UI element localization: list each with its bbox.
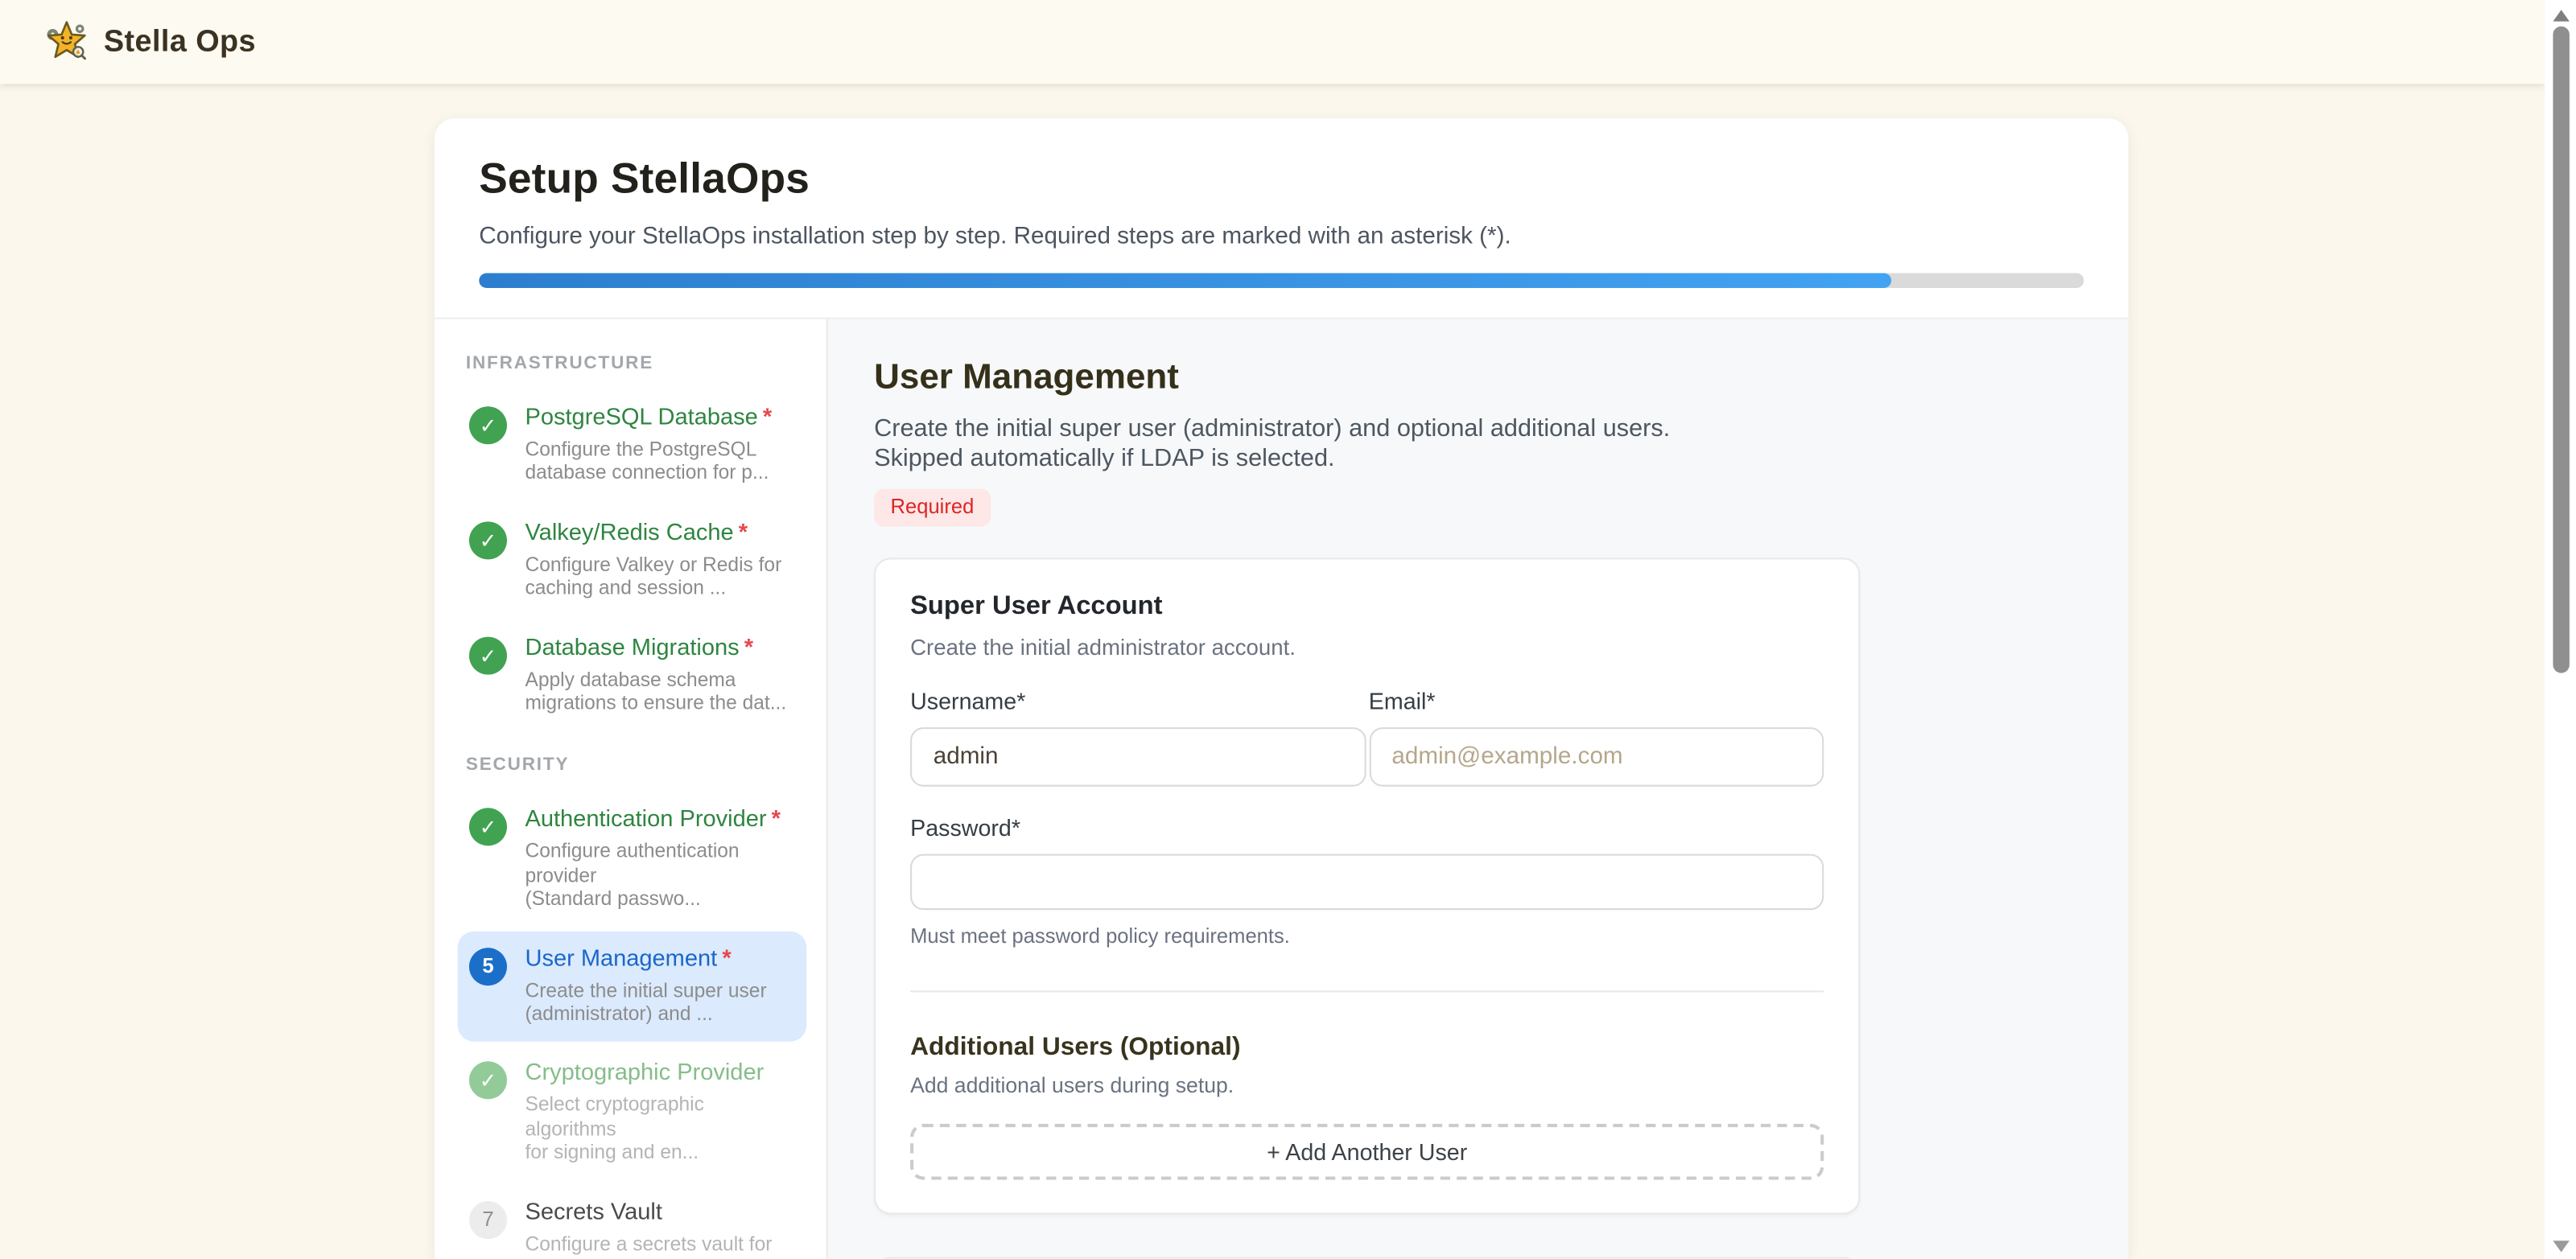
step-description: Configure a secrets vault forsecure cred… [525,1232,772,1259]
required-asterisk: * [763,405,772,431]
section-divider [910,991,1824,993]
scrollbar-up-arrow-icon[interactable] [2553,10,2569,21]
scrollbar[interactable] [2545,0,2576,1259]
step-title: Cryptographic Provider [525,1060,764,1087]
additional-users-title: Additional Users (Optional) [910,1034,1824,1064]
page-subtitle: Configure your StellaOps installation st… [479,224,2083,250]
step-content: User Management Create the initial super… [828,319,2129,1259]
scrollbar-thumb[interactable] [2553,27,2569,673]
sidebar-item-authentication-provider[interactable]: ✓ Authentication Provider* Configure aut… [458,792,807,928]
sidebar-item-user-management[interactable]: 5 User Management* Create the initial su… [458,931,807,1043]
wizard-header: Setup StellaOps Configure your StellaOps… [435,118,2129,319]
step-title: Authentication Provider [525,807,766,833]
panel-subtitle: Create the initial administrator account… [910,636,1824,660]
required-asterisk: * [744,635,753,661]
sidebar-item-cryptographic-provider[interactable]: ✓ Cryptographic Provider Select cryptogr… [458,1046,807,1181]
required-badge: Required [874,489,991,527]
step-title: PostgreSQL Database [525,405,757,431]
required-asterisk: * [772,807,781,833]
step-number-badge: 7 [469,1201,507,1239]
step-check-icon: ✓ [469,406,507,444]
required-asterisk: * [739,520,748,546]
step-description: Create the initial super user(administra… [525,978,766,1026]
sidebar-item-postgresql-database[interactable]: ✓ PostgreSQL Database* Configure the Pos… [458,390,807,502]
step-check-icon: ✓ [469,636,507,674]
step-description: Configure authentication provider(Standa… [525,840,796,911]
scrollbar-down-arrow-icon[interactable] [2553,1241,2569,1253]
required-asterisk: * [722,945,731,972]
brand-name: Stella Ops [104,23,256,60]
step-description: Configure the PostgreSQLdatabase connect… [525,438,772,485]
progress-fill [479,274,1891,288]
page-title: Setup StellaOps [479,153,2083,204]
email-label: Email* [1369,688,1824,714]
wizard-card: Setup StellaOps Configure your StellaOps… [435,118,2129,1259]
progress-bar [479,274,2083,288]
step-check-icon: ✓ [469,1062,507,1100]
password-help-text: Must meet password policy requirements. [910,925,1824,948]
super-user-account-panel: Super User Account Create the initial ad… [874,558,1860,1215]
step-title: Valkey/Redis Cache [525,520,733,546]
step-title: Secrets Vault [525,1199,662,1225]
add-another-user-button[interactable]: + Add Another User [910,1124,1824,1180]
step-number-badge: 5 [469,947,507,985]
section-label-infrastructure: INFRASTRUCTURE [466,354,806,374]
step-description: Select cryptographic algorithmsfor signi… [525,1093,796,1164]
steps-sidebar: INFRASTRUCTURE ✓ PostgreSQL Database* Co… [435,319,828,1259]
additional-users-subtitle: Add additional users during setup. [910,1073,1824,1098]
section-label-security: SECURITY [466,756,806,776]
step-title: Database Migrations [525,635,739,661]
password-field[interactable] [910,854,1824,911]
step-description: Apply database schemamigrations to ensur… [525,668,786,715]
setup-wizard-page: Stella Ops Setup StellaOps Configure you… [0,0,2576,1259]
brand: Stella Ops [44,19,256,64]
sidebar-item-secrets-vault[interactable]: 7 Secrets Vault Configure a secrets vaul… [458,1184,807,1259]
app-header: Stella Ops [0,0,2545,83]
username-field[interactable] [910,727,1366,787]
sidebar-item-valkey-redis-cache[interactable]: ✓ Valkey/Redis Cache* Configure Valkey o… [458,505,807,617]
step-description-text: Create the initial super user (administr… [874,414,1758,472]
step-check-icon: ✓ [469,521,507,559]
step-heading: User Management [874,357,2129,398]
sidebar-item-database-migrations[interactable]: ✓ Database Migrations* Apply database sc… [458,619,807,731]
step-check-icon: ✓ [469,808,507,846]
email-field[interactable] [1369,727,1824,787]
panel-title: Super User Account [910,593,1824,623]
stellaops-logo-icon [44,19,89,64]
step-description: Configure Valkey or Redis forcaching and… [525,553,781,600]
step-title: User Management [525,945,717,972]
password-label: Password* [910,815,1824,841]
username-label: Username* [910,688,1366,714]
